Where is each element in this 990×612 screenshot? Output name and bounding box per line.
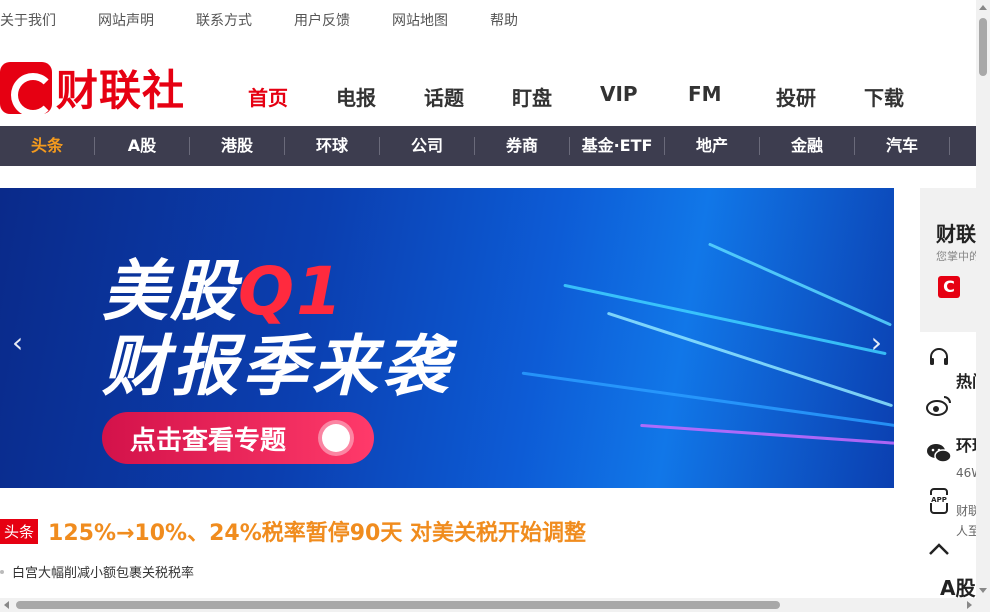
vertical-scroll-thumb[interactable] — [979, 18, 987, 76]
headline-text[interactable]: 125%→10%、24%税率暂停90天 对美关税开始调整 — [48, 515, 586, 547]
top-link-statement[interactable]: 网站声明 — [98, 10, 154, 30]
right-column: 财联 您掌中的 C APP 热门 环球 46W 财联 人至3 A股 — [920, 188, 976, 612]
scroll-right-icon[interactable] — [967, 601, 972, 609]
banner-title-line2: 财报季来袭 — [102, 328, 452, 405]
back-to-top-icon[interactable] — [924, 532, 954, 566]
nav-home[interactable]: 首页 — [248, 82, 336, 111]
category-companies[interactable]: 公司 — [380, 137, 475, 155]
promo-subtitle: 您掌中的 — [936, 250, 976, 263]
weibo-icon[interactable] — [924, 388, 954, 422]
scroll-left-icon[interactable] — [4, 601, 9, 609]
category-bar: 头条 A股 港股 环球 公司 券商 基金·ETF 地产 金融 汽车 — [0, 126, 976, 166]
top-link-contact[interactable]: 联系方式 — [196, 10, 252, 30]
floating-toolbar: APP — [924, 340, 954, 580]
cta-dot-icon — [322, 424, 350, 452]
banner-light-streak — [521, 371, 894, 428]
banner-light-streak — [640, 423, 894, 446]
category-brokers[interactable]: 券商 — [475, 137, 570, 155]
top-link-sitemap[interactable]: 网站地图 — [392, 10, 448, 30]
promo-title: 财联 — [936, 222, 976, 246]
nav-vip[interactable]: VIP — [600, 82, 688, 111]
nav-topics[interactable]: 话题 — [424, 82, 512, 111]
scroll-up-icon[interactable] — [979, 5, 987, 10]
nav-telegraph[interactable]: 电报 — [336, 82, 424, 111]
category-headlines[interactable]: 头条 — [0, 137, 95, 155]
wechat-icon[interactable] — [924, 436, 954, 470]
sub-news-text[interactable]: 白宫大幅削减小额包裹关税税率 — [12, 562, 194, 581]
svg-text:APP: APP — [931, 496, 947, 504]
headset-icon[interactable] — [924, 340, 954, 374]
nav-watch[interactable]: 盯盘 — [512, 82, 600, 111]
category-real-estate[interactable]: 地产 — [665, 137, 760, 155]
nav-fm[interactable]: FM — [688, 82, 776, 111]
horizontal-scroll-thumb[interactable] — [16, 601, 780, 609]
sub-news-item[interactable]: 白宫大幅削减小额包裹关税税率 — [0, 562, 194, 581]
feed-text: 财联 — [956, 504, 976, 518]
chevron-right-icon[interactable]: › — [871, 326, 882, 359]
banner-cta-button[interactable]: 点击查看专题 — [102, 412, 374, 464]
site-logo[interactable]: 财联社 — [0, 57, 185, 118]
scroll-down-icon[interactable] — [979, 588, 987, 593]
top-headline[interactable]: 头条 125%→10%、24%税率暂停90天 对美关税开始调整 — [0, 515, 586, 547]
app-count: 46W — [956, 466, 976, 480]
nav-download[interactable]: 下载 — [864, 82, 952, 111]
app-icon[interactable]: APP — [924, 484, 954, 518]
headline-tag: 头条 — [0, 518, 39, 544]
top-link-about[interactable]: 关于我们 — [0, 10, 56, 30]
top-link-feedback[interactable]: 用户反馈 — [294, 10, 350, 30]
hot-label: 热门 — [956, 372, 976, 391]
banner-cta-label: 点击查看专题 — [130, 425, 287, 456]
category-funds-etf[interactable]: 基金·ETF — [570, 137, 665, 155]
vertical-scrollbar[interactable] — [976, 0, 990, 598]
banner-light-streak — [708, 242, 892, 327]
category-a-shares[interactable]: A股 — [95, 137, 190, 155]
a-share-section-title: A股 — [940, 576, 976, 600]
bullet-icon — [0, 569, 4, 574]
banner-light-streak — [563, 283, 887, 356]
logo-c-icon — [0, 61, 55, 117]
category-global[interactable]: 环球 — [285, 137, 380, 155]
global-label: 环球 — [956, 436, 976, 455]
chevron-left-icon[interactable]: ‹ — [12, 326, 23, 359]
horizontal-scrollbar[interactable] — [0, 598, 990, 612]
feed-text-2: 人至3 — [956, 524, 976, 538]
banner-carousel[interactable]: 美股Q1 财报季来袭 点击查看专题 ‹ › — [0, 188, 894, 488]
page: 关于我们 网站声明 联系方式 用户反馈 网站地图 帮助 财联社 首页 电报 话题… — [0, 0, 990, 612]
app-promo[interactable]: 财联 您掌中的 C — [920, 188, 976, 332]
top-links: 关于我们 网站声明 联系方式 用户反馈 网站地图 帮助 — [0, 0, 560, 40]
logo-text: 财联社 — [56, 66, 186, 115]
nav-research[interactable]: 投研 — [776, 82, 864, 111]
category-hk-stocks[interactable]: 港股 — [190, 137, 285, 155]
main-nav: 首页 电报 话题 盯盘 VIP FM 投研 下载 — [248, 82, 952, 111]
category-finance[interactable]: 金融 — [760, 137, 855, 155]
top-link-help[interactable]: 帮助 — [490, 10, 518, 30]
category-auto[interactable]: 汽车 — [855, 137, 950, 155]
promo-logo-icon: C — [938, 276, 960, 298]
